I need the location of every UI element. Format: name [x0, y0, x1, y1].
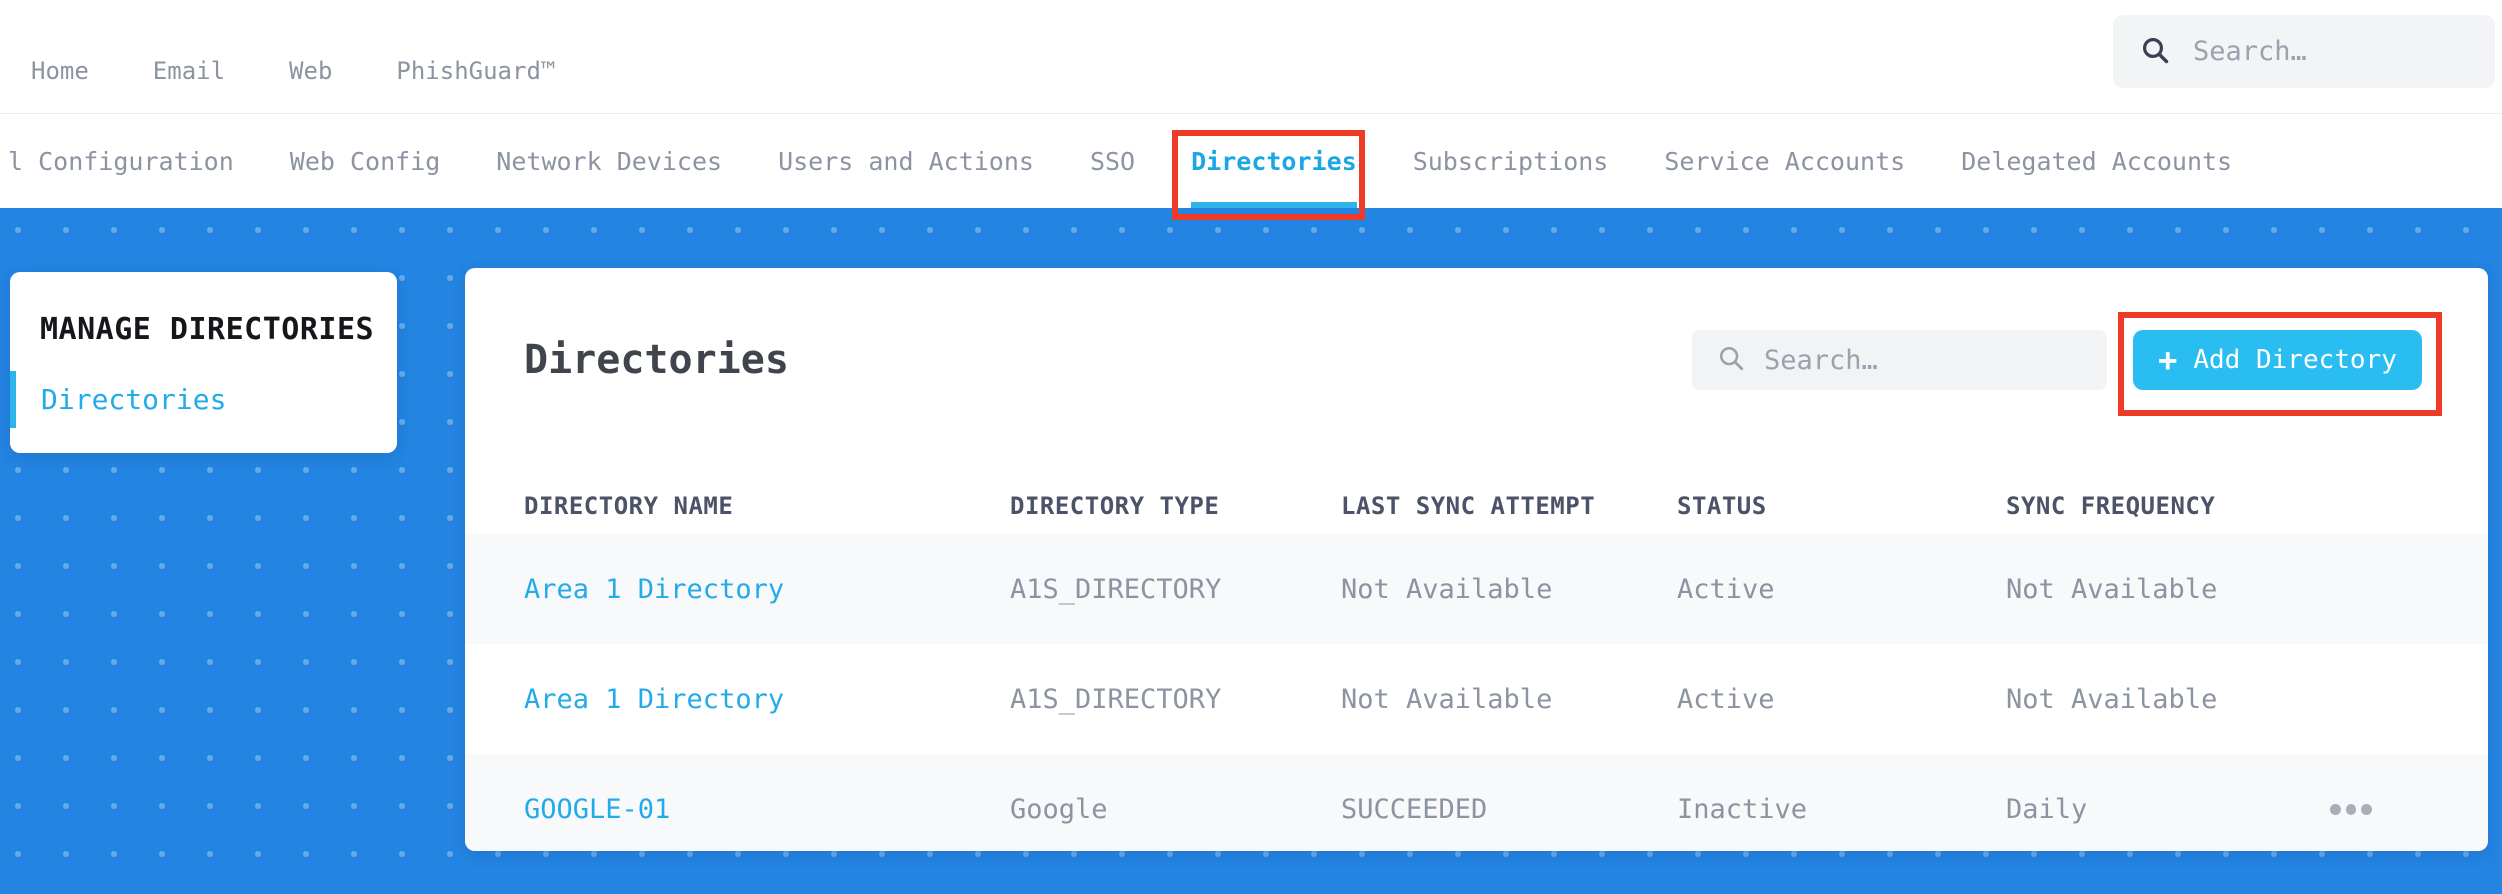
top-nav-item-web[interactable]: Web [289, 57, 332, 85]
top-nav-item-home[interactable]: Home [31, 57, 89, 85]
last-sync-cell: Not Available [1341, 573, 1553, 605]
column-header-directory-name: DIRECTORY NAME [524, 492, 734, 520]
table-row-area-1-directory-1: Area 1 Directory A1S_DIRECTORY Not Availab… [465, 644, 2488, 754]
sidebar-item-directories[interactable]: Directories [10, 371, 397, 428]
sidebar-title: MANAGE DIRECTORIES [40, 312, 375, 347]
search-icon [1716, 343, 1746, 377]
sidebar-item-label: Directories [41, 383, 227, 416]
sidebar-card: MANAGE DIRECTORIES Directories [10, 272, 397, 453]
tab-subscriptions[interactable]: Subscriptions [1413, 114, 1609, 208]
sync-frequency-cell: Daily [2006, 793, 2088, 825]
search-icon [2139, 34, 2171, 70]
directory-type-cell: Google [1010, 793, 1108, 825]
column-header-directory-type: DIRECTORY TYPE [1010, 492, 1220, 520]
row-actions-cell [2330, 803, 2458, 815]
secondary-nav: l Configuration Web Config Network Devices… [0, 114, 2502, 208]
directory-type-cell: A1S_DIRECTORY [1010, 573, 1222, 605]
screen: Home Email Web PhishGuard™ l Configuration W… [0, 0, 2502, 894]
tab-users-and-actions[interactable]: Users and Actions [778, 114, 1034, 208]
top-nav: Home Email Web PhishGuard™ [31, 0, 555, 127]
status-cell: Active [1677, 573, 1775, 605]
status-cell: Inactive [1677, 793, 1808, 825]
global-search-input[interactable] [2191, 35, 2445, 68]
table-row-google-01-2: GOOGLE-01 Google SUCCEEDED Inactive Daily [465, 754, 2488, 851]
table-row-area-1-directory-0: Area 1 Directory A1S_DIRECTORY Not Availab… [465, 534, 2488, 644]
tab-network-devices[interactable]: Network Devices [496, 114, 722, 208]
directory-name-link[interactable]: Area 1 Directory [524, 684, 1010, 715]
tab-delegated-accounts[interactable]: Delegated Accounts [1961, 114, 2232, 208]
table-body: Area 1 Directory A1S_DIRECTORY Not Availab… [465, 534, 2488, 851]
tab-sso[interactable]: SSO [1090, 114, 1135, 208]
column-header-last-sync-attempt: LAST SYNC ATTEMPT [1341, 492, 1596, 520]
last-sync-cell: SUCCEEDED [1341, 793, 1488, 825]
plus-icon: + [2158, 341, 2178, 379]
tab-l-configuration[interactable]: l Configuration [8, 114, 234, 208]
directories-panel: Directories + Add Directory DIRECTORY NA… [465, 268, 2488, 851]
tab-directories[interactable]: Directories [1191, 114, 1357, 208]
directory-type-cell: A1S_DIRECTORY [1010, 683, 1222, 715]
active-indicator-bar [10, 371, 16, 428]
panel-header: Directories + Add Directory [465, 268, 2488, 400]
directories-search[interactable] [1692, 330, 2107, 390]
add-directory-button[interactable]: + Add Directory [2133, 330, 2422, 390]
global-search[interactable] [2113, 15, 2495, 88]
tab-service-accounts[interactable]: Service Accounts [1664, 114, 1905, 208]
last-sync-cell: Not Available [1341, 683, 1553, 715]
tab-web-config[interactable]: Web Config [290, 114, 441, 208]
add-directory-label: Add Directory [2193, 345, 2397, 375]
directories-table: DIRECTORY NAME DIRECTORY TYPE LAST SYNC AT… [465, 460, 2488, 851]
directory-name-link[interactable]: Area 1 Directory [524, 574, 1010, 605]
directory-name-link[interactable]: GOOGLE-01 [524, 794, 1010, 825]
status-cell: Active [1677, 683, 1775, 715]
top-nav-item-phishguard[interactable]: PhishGuard™ [396, 57, 555, 85]
sync-frequency-cell: Not Available [2006, 683, 2218, 715]
sync-frequency-cell: Not Available [2006, 573, 2218, 605]
column-header-sync-frequency: SYNC FREQUENCY [2006, 492, 2216, 520]
page-title: Directories [524, 336, 789, 383]
directories-search-input[interactable] [1762, 343, 2040, 377]
column-header-status: STATUS [1677, 492, 1767, 520]
ellipsis-menu-icon[interactable] [2330, 803, 2373, 815]
top-header: Home Email Web PhishGuard™ [0, 0, 2502, 114]
table-header-row: DIRECTORY NAME DIRECTORY TYPE LAST SYNC AT… [465, 460, 2488, 534]
top-nav-item-email[interactable]: Email [153, 57, 225, 85]
